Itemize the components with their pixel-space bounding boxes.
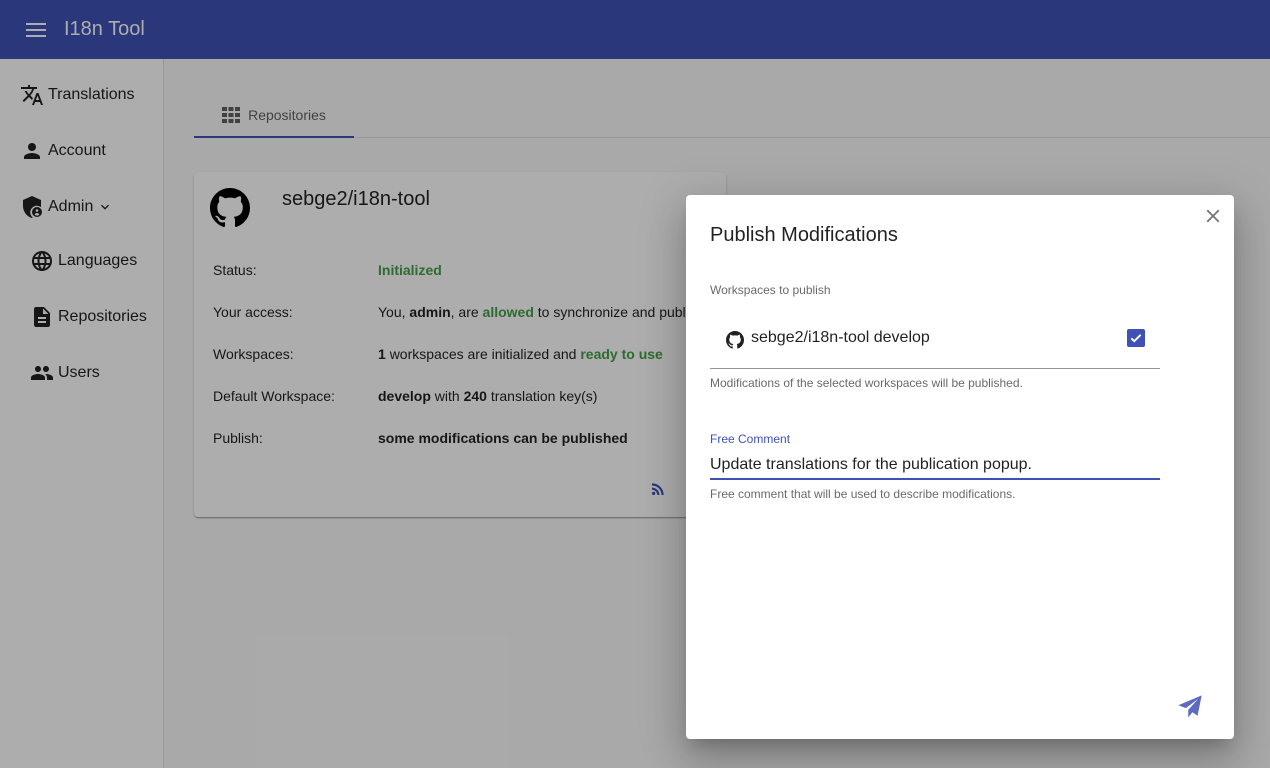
dialog-title: Publish Modifications bbox=[710, 224, 898, 246]
workspace-checkbox[interactable] bbox=[1127, 329, 1145, 347]
publish-dialog: Publish Modifications Workspaces to publ… bbox=[686, 195, 1234, 739]
workspace-name: sebge2/i18n-tool develop bbox=[751, 329, 930, 346]
workspaces-hint: Modifications of the selected workspaces… bbox=[710, 376, 1023, 390]
workspaces-field-label: Workspaces to publish bbox=[710, 283, 831, 297]
close-icon[interactable] bbox=[1202, 205, 1224, 227]
comment-field-label: Free Comment bbox=[710, 432, 791, 446]
comment-input[interactable] bbox=[710, 451, 1160, 480]
send-icon[interactable] bbox=[1174, 691, 1206, 723]
github-icon bbox=[726, 331, 744, 354]
workspace-list-item[interactable]: sebge2/i18n-tool develop bbox=[710, 317, 1160, 369]
comment-hint: Free comment that will be used to descri… bbox=[710, 487, 1016, 501]
